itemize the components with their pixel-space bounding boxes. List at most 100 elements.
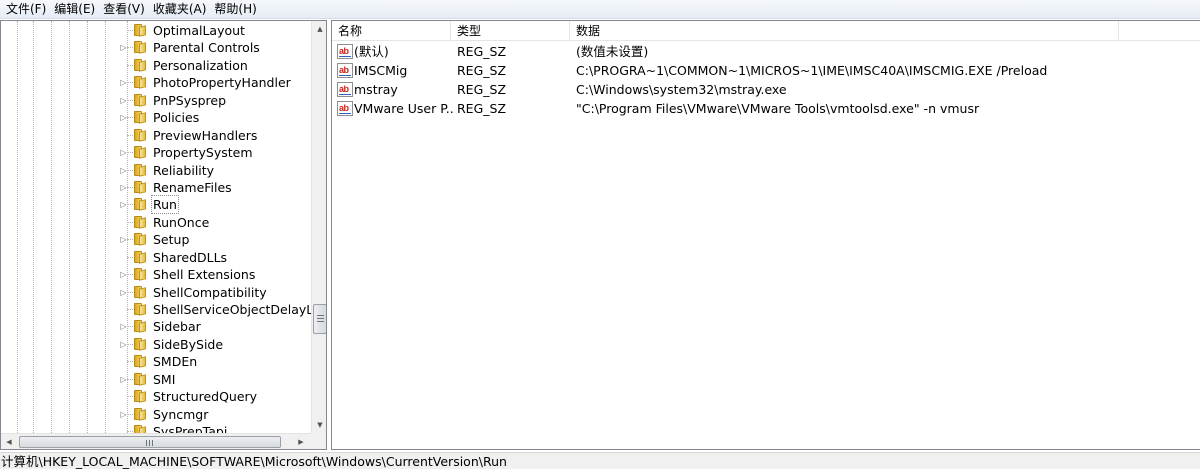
tree-item[interactable]: PreviewHandlers — [1, 127, 311, 144]
tree-item-label: Parental Controls — [153, 40, 260, 56]
menu-edit[interactable]: 编辑(E) — [50, 0, 99, 19]
tree-item[interactable]: ▷ Setup — [1, 231, 311, 248]
folder-icon — [134, 355, 147, 369]
tree-item[interactable]: ▷ SMI — [1, 371, 311, 388]
tree-item[interactable]: SharedDLLs — [1, 249, 311, 266]
tree-item-label: Shell Extensions — [153, 267, 256, 283]
expand-arrow-icon[interactable]: ▷ — [119, 374, 128, 385]
expand-arrow-icon[interactable]: ▷ — [119, 112, 128, 123]
folder-icon — [134, 372, 147, 386]
folder-icon — [134, 180, 147, 194]
tree-item[interactable]: ▷ SideBySide — [1, 336, 311, 353]
folder-icon — [134, 285, 147, 299]
scroll-right-icon[interactable]: ▶ — [293, 434, 309, 449]
expand-arrow-icon[interactable]: ▷ — [119, 269, 128, 280]
scroll-down-icon[interactable]: ▼ — [312, 417, 326, 433]
folder-icon — [134, 93, 147, 107]
value-row[interactable]: ab mstray REG_SZ C:\Windows\system32\mstray… — [332, 80, 1200, 99]
column-header-name[interactable]: 名称 — [332, 21, 451, 41]
value-type: REG_SZ — [457, 82, 507, 97]
tree-item[interactable]: ▷ PnPSysprep — [1, 92, 311, 109]
menu-help[interactable]: 帮助(H) — [210, 0, 260, 19]
folder-icon — [134, 128, 147, 142]
tree-item[interactable]: ShellServiceObjectDelayLoad — [1, 301, 326, 318]
string-value-icon: ab — [337, 82, 353, 97]
string-value-icon: ab — [337, 63, 353, 78]
tree-item-label: Syncmgr — [153, 406, 209, 422]
folder-icon — [134, 233, 147, 246]
tree-item-label: Setup — [153, 232, 190, 248]
folder-icon — [134, 146, 147, 159]
value-name: (默认) — [354, 44, 389, 59]
menu-favorites[interactable]: 收藏夹(A) — [149, 0, 211, 19]
expand-arrow-icon[interactable]: ▷ — [119, 165, 128, 176]
expand-arrow-icon[interactable]: ▷ — [119, 147, 128, 158]
registry-values-pane: 名称 类型 数据 ab (默认) REG_SZ (数值未设置) ab IMSCMig REG… — [331, 20, 1200, 450]
tree-vertical-scrollbar[interactable]: ▲ ▼ — [311, 21, 326, 433]
value-row[interactable]: ab (默认) REG_SZ (数值未设置) — [332, 42, 1200, 61]
tree-item[interactable]: OptimalLayout — [1, 22, 311, 39]
tree-item[interactable]: ▷ Sidebar — [1, 318, 311, 335]
expand-arrow-icon[interactable]: ▷ — [119, 234, 128, 245]
list-header: 名称 类型 数据 — [332, 21, 1200, 41]
menu-bar: 文件(F) 编辑(E) 查看(V) 收藏夹(A) 帮助(H) — [0, 0, 1200, 19]
tree-item-label: OptimalLayout — [153, 23, 245, 38]
tree-item[interactable]: ▷ Shell Extensions — [1, 266, 311, 283]
folder-icon — [134, 337, 147, 351]
expand-arrow-icon[interactable]: ▷ — [119, 321, 128, 332]
tree-item[interactable]: ▷ RenameFiles — [1, 179, 311, 196]
tree-item[interactable]: SMDEn — [1, 353, 311, 370]
tree-item[interactable]: ▷ PropertySystem — [1, 144, 311, 161]
expand-arrow-icon[interactable]: ▷ — [119, 182, 128, 193]
tree-item[interactable]: ▷ Syncmgr — [1, 406, 311, 423]
tree-item[interactable]: ▷ Run — [1, 195, 311, 215]
folder-icon — [134, 390, 147, 403]
tree-item-label: ShellServiceObjectDelayLoad — [153, 302, 327, 317]
column-header-data[interactable]: 数据 — [570, 21, 1119, 41]
tree-item-label: Sidebar — [153, 319, 201, 335]
tree-item[interactable]: RunOnce — [1, 214, 311, 231]
tree-item[interactable]: Personalization — [1, 57, 311, 74]
tree-item[interactable]: ▷ ShellCompatibility — [1, 284, 311, 301]
expand-arrow-icon[interactable]: ▷ — [119, 287, 128, 298]
expand-arrow-icon[interactable]: ▷ — [119, 409, 128, 420]
tree-item-label: StructuredQuery — [153, 389, 258, 405]
tree-item[interactable]: ▷ PhotoPropertyHandler — [1, 74, 311, 91]
tree-item[interactable]: ▷ Parental Controls — [1, 39, 311, 56]
folder-icon — [134, 58, 147, 72]
tree-item-label: SideBySide — [153, 336, 224, 352]
vertical-scroll-thumb[interactable] — [313, 304, 326, 334]
expand-arrow-icon[interactable]: ▷ — [119, 42, 128, 53]
string-value-icon: ab — [337, 101, 353, 116]
menu-view[interactable]: 查看(V) — [99, 0, 149, 19]
scroll-up-icon[interactable]: ▲ — [312, 21, 326, 37]
expand-arrow-icon[interactable]: ▷ — [119, 95, 128, 106]
folder-icon — [134, 320, 147, 334]
scrollbar-corner — [311, 433, 326, 449]
tree-item-label: SharedDLLs — [153, 249, 228, 265]
value-row[interactable]: ab IMSCMig REG_SZ C:\PROGRA~1\COMMON~1\MICR… — [332, 61, 1200, 80]
tree-horizontal-scrollbar[interactable]: ◀ ▶ — [1, 433, 311, 449]
horizontal-scroll-thumb[interactable] — [19, 436, 281, 448]
tree-item[interactable]: ▷ Reliability — [1, 162, 311, 179]
column-header-filler — [1119, 21, 1200, 41]
tree-item-label: Run — [151, 195, 179, 215]
scroll-left-icon[interactable]: ◀ — [1, 434, 17, 449]
menu-file[interactable]: 文件(F) — [2, 0, 50, 19]
expand-arrow-icon[interactable]: ▷ — [119, 199, 128, 210]
value-row[interactable]: ab VMware User P... REG_SZ "C:\Program File… — [332, 99, 1200, 118]
folder-icon — [134, 250, 147, 264]
tree-list: OptimalLayout ▷ Parental Controls Personali… — [1, 22, 326, 441]
folder-icon — [134, 163, 147, 177]
tree-item[interactable]: ▷ Policies — [1, 109, 311, 126]
tree-item-label: PropertySystem — [153, 145, 253, 161]
value-type: REG_SZ — [457, 63, 507, 78]
expand-arrow-icon[interactable]: ▷ — [119, 339, 128, 350]
tree-item-label: PhotoPropertyHandler — [153, 75, 291, 91]
column-header-type[interactable]: 类型 — [451, 21, 570, 41]
expand-arrow-icon[interactable]: ▷ — [119, 77, 128, 88]
folder-icon — [134, 303, 147, 316]
tree-item-label: PnPSysprep — [153, 92, 227, 108]
tree-item-label: PreviewHandlers — [153, 127, 258, 143]
tree-item[interactable]: StructuredQuery — [1, 388, 311, 405]
